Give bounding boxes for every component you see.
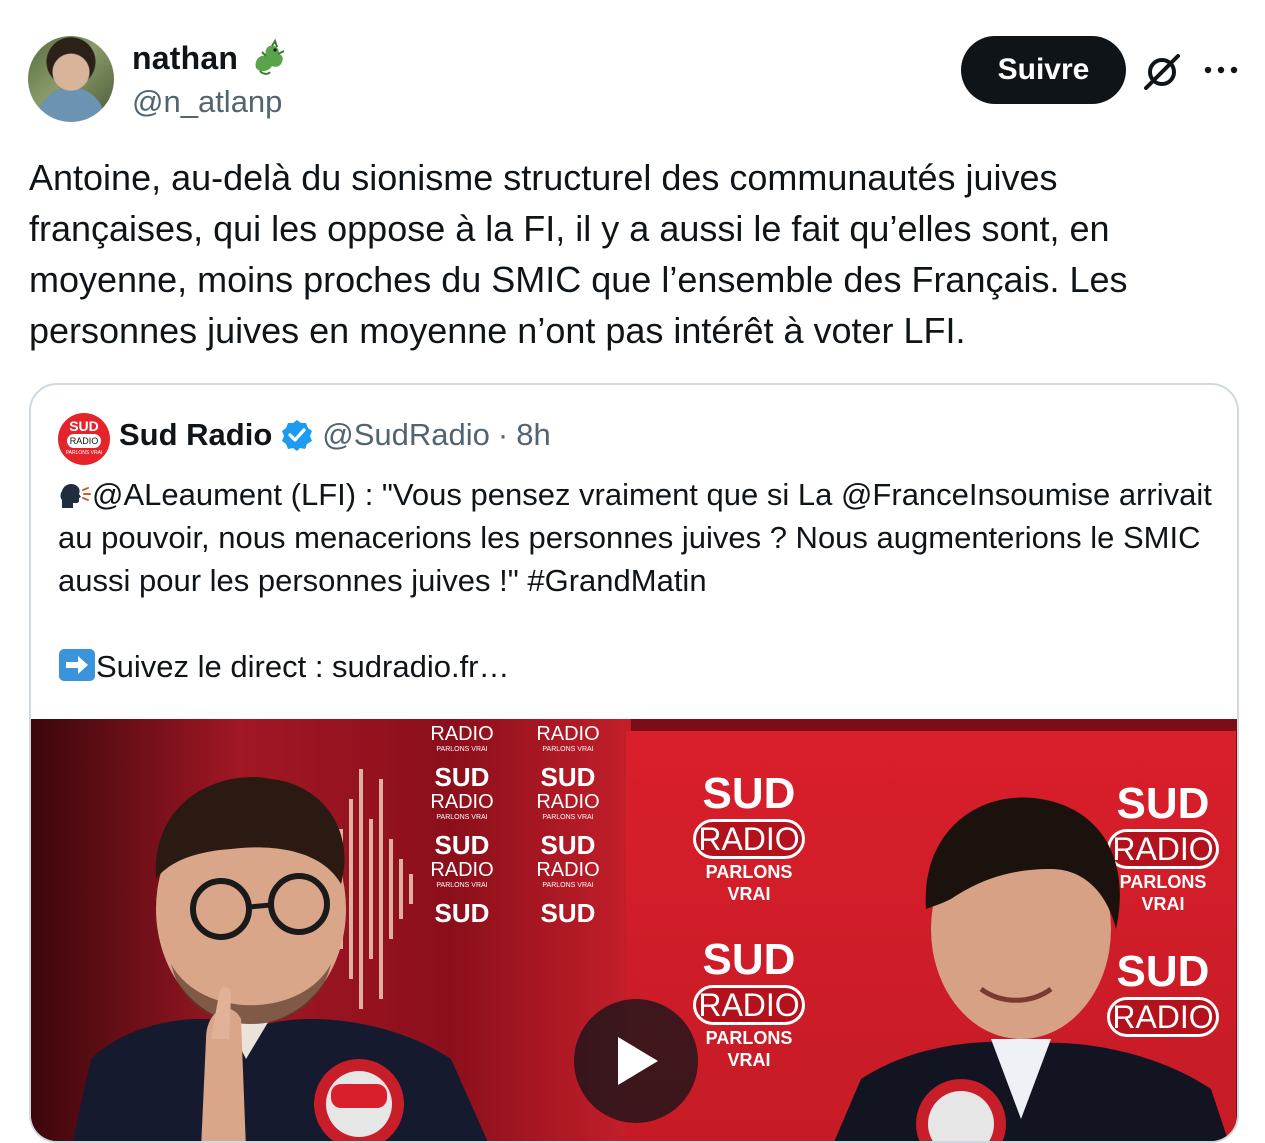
logo-tagline-text: PARLONS VRAI [542,814,594,821]
quoted-avatar-line2: RADIO [67,434,101,448]
microphone-right-icon [916,1079,1006,1141]
logo-radio-text: RADIO [536,791,600,813]
quoted-tweet-card[interactable]: SUD RADIO PARLONS VRAI Sud Radio @SudRad… [29,383,1239,1143]
more-options-icon[interactable] [1203,58,1239,82]
logo-sud-text: SUD [702,769,796,818]
follow-button[interactable]: Suivre [961,36,1126,104]
grok-icon[interactable] [1140,50,1184,94]
author-display-name[interactable]: nathan [132,40,238,77]
author-avatar[interactable] [28,36,114,122]
logo-tagline-text: PARLONS VRAI [542,746,594,753]
logo-column-2: RADIO PARLONS VRAI SUD RADIO PARLONS VRAI S… [533,723,603,935]
guest-left-figure [72,777,488,1141]
logo-radio-text: RADIO [430,723,494,745]
author-handle[interactable]: @n_atlanp [132,84,282,120]
large-logo-2: SUD RADIO PARLONS VRAI [689,937,809,1071]
play-button[interactable] [574,999,698,1123]
play-icon [618,1037,658,1085]
logo-tagline-text: PARLONS VRAI [705,1028,793,1070]
tweet-text: Antoine, au-delà du sionisme structurel … [29,157,1138,351]
author-name-row: nathan [132,38,288,78]
quoted-time[interactable]: 8h [516,417,550,453]
quoted-text: @ALeaument (LFI) : "Vous pensez vraiment… [58,473,1218,688]
speaking-head-icon [60,483,91,508]
logo-sud-text: SUD [702,935,796,984]
right-arrow-icon [59,649,95,681]
quoted-text-paragraph-1: @ALeaument (LFI) : "Vous pensez vraiment… [58,473,1218,602]
quoted-avatar[interactable]: SUD RADIO PARLONS VRAI [58,413,110,465]
quoted-header: Sud Radio @SudRadio · 8h [119,417,551,453]
logo-sud-text: SUD [540,898,596,928]
logo-tagline-text: PARLONS VRAI [436,746,488,753]
verified-badge-icon [282,420,313,451]
logo-radio-text: RADIO [536,723,600,745]
quoted-separator: · [497,417,509,452]
quoted-avatar-line1: SUD [69,418,99,434]
logo-tagline-text: PARLONS VRAI [705,862,793,904]
logo-sud-text: SUD [540,762,596,792]
logo-radio-text: RADIO [693,985,805,1025]
logo-sud-text: SUD [540,830,596,860]
guest-right-figure [834,797,1229,1141]
microphone-left-icon [314,1059,404,1141]
quoted-avatar-line3: PARLONS VRAI [65,450,103,456]
logo-radio-text: RADIO [536,859,600,881]
quoted-text-line1: @ALeaument (LFI) : "Vous pensez vraiment… [58,477,1212,598]
large-logo-1: SUD RADIO PARLONS VRAI [689,771,809,905]
logo-radio-text: RADIO [693,819,805,859]
dragon-emoji-icon [255,38,285,75]
logo-tagline-text: PARLONS VRAI [542,882,594,889]
quoted-handle[interactable]: @SudRadio [322,417,490,453]
quoted-text-paragraph-2: Suivez le direct : sudradio.fr… [58,645,1218,688]
video-thumbnail[interactable]: RADIO PARLONS VRAI SUD RADIO PARLONS VRAI S… [31,719,1237,1141]
quoted-text-line2: Suivez le direct : sudradio.fr… [96,649,510,684]
quoted-name[interactable]: Sud Radio [119,417,272,453]
